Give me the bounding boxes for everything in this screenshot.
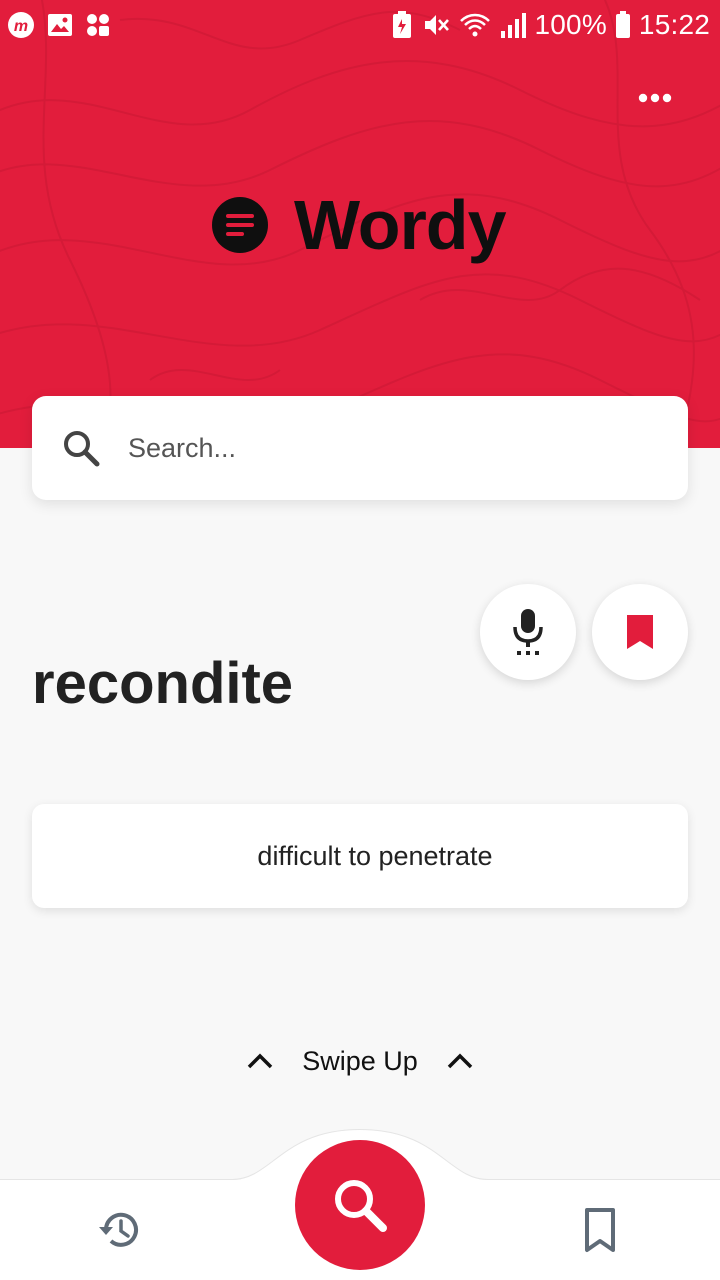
- mute-icon: [424, 15, 449, 35]
- app-screen: m 100% 15:22 Wordy Search... recondite d…: [0, 0, 720, 1280]
- gallery-icon: [48, 14, 72, 36]
- chevron-up-icon: [447, 1053, 473, 1069]
- mic-icon: [513, 609, 543, 655]
- battery-percent: 100%: [534, 9, 607, 40]
- battery-saver-icon: [392, 11, 411, 38]
- search-input[interactable]: [128, 432, 628, 464]
- search-icon: [64, 431, 100, 467]
- swipe-up-hint[interactable]: Swipe Up: [0, 1036, 720, 1086]
- bookmark-button[interactable]: [592, 584, 688, 680]
- wifi-icon: [459, 13, 490, 37]
- signal-icon: [500, 13, 526, 38]
- saved-tab[interactable]: [576, 1206, 624, 1254]
- search-bar[interactable]: [32, 396, 688, 500]
- app-logo: Wordy: [212, 180, 506, 270]
- swipe-up-label: Swipe Up: [302, 1045, 418, 1076]
- app-m-icon: m: [8, 12, 34, 38]
- definition-text: difficult to penetrate: [257, 840, 493, 871]
- chevron-up-icon: [247, 1053, 273, 1069]
- bookmark-outline-icon: [585, 1208, 615, 1252]
- word-title: recondite: [32, 651, 294, 716]
- search-icon: [335, 1180, 387, 1232]
- status-bar: m 100% 15:22: [0, 0, 720, 50]
- history-icon: [99, 1212, 138, 1247]
- definition-card: difficult to penetrate: [32, 804, 688, 908]
- history-tab[interactable]: [96, 1206, 144, 1254]
- bookmark-icon: [627, 615, 653, 649]
- search-tab[interactable]: [295, 1140, 425, 1270]
- more-horizontal-icon: [638, 93, 672, 103]
- more-menu-button[interactable]: [630, 80, 680, 116]
- pronounce-button[interactable]: [480, 584, 576, 680]
- clock: 15:22: [638, 9, 710, 40]
- apps-icon: [87, 14, 109, 36]
- battery-icon: [615, 11, 630, 38]
- app-name: Wordy: [294, 186, 506, 264]
- logo-mark-icon: [212, 197, 268, 253]
- svg-text:m: m: [14, 18, 28, 35]
